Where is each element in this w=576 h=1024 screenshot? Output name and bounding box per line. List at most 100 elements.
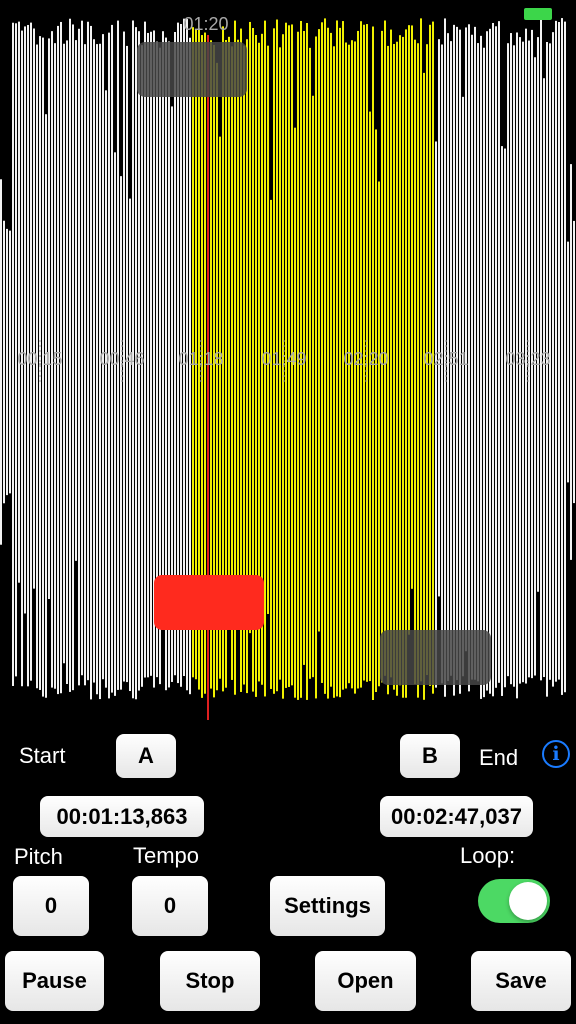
waveform-bar xyxy=(393,44,395,690)
waveform-bar xyxy=(321,22,323,683)
waveform-bar xyxy=(81,20,83,676)
waveform-bar xyxy=(543,78,545,678)
waveform-bar xyxy=(162,31,164,627)
waveform-bar xyxy=(390,29,392,678)
pitch-value-button[interactable]: 0 xyxy=(13,876,89,936)
waveform-bar xyxy=(9,230,11,494)
start-time-field[interactable]: 00:01:13,863 xyxy=(40,796,204,837)
playhead-drag-handle[interactable] xyxy=(137,42,247,97)
loop-start-handle[interactable] xyxy=(154,575,264,630)
waveform-bar xyxy=(399,35,401,686)
waveform-bar xyxy=(147,32,149,678)
set-a-button[interactable]: A xyxy=(116,734,176,778)
waveform-bar xyxy=(405,29,407,698)
waveform-bar xyxy=(435,141,437,688)
waveform-bar xyxy=(318,29,320,632)
waveform-bar xyxy=(504,148,506,688)
waveform-bar xyxy=(12,22,14,686)
waveform-bar xyxy=(69,18,71,692)
stop-button[interactable]: Stop xyxy=(160,951,260,1011)
waveform-bar xyxy=(303,30,305,665)
waveform-view[interactable]: 01:20 00:15 00:46 01:18 01:49 02:20 02:5… xyxy=(0,0,576,720)
waveform-bar xyxy=(489,28,491,694)
waveform-bar xyxy=(486,31,488,691)
waveform-bar xyxy=(114,152,116,696)
timeline-label: 01:49 xyxy=(261,349,307,369)
waveform-bar xyxy=(87,21,89,681)
waveform-bar xyxy=(570,164,572,560)
waveform-bar xyxy=(402,36,404,698)
waveform-bar xyxy=(93,39,95,683)
waveform-bar xyxy=(78,28,80,686)
waveform-bar xyxy=(495,26,497,688)
timeline-label: 00:15 xyxy=(17,349,63,369)
waveform-bar xyxy=(267,45,269,614)
timeline-label: 00:46 xyxy=(99,349,145,369)
waveform-bar xyxy=(477,43,479,682)
waveform-bar xyxy=(558,22,560,680)
waveform-bar xyxy=(564,21,566,693)
waveform-bar xyxy=(330,32,332,687)
loop-toggle[interactable] xyxy=(478,879,550,923)
waveform-bar xyxy=(309,47,311,679)
waveform-bar xyxy=(423,72,425,700)
waveform-bar xyxy=(312,95,314,678)
waveform-bar xyxy=(33,28,35,589)
waveform-bar xyxy=(369,111,371,682)
waveform-bar xyxy=(6,228,8,496)
waveform-bar xyxy=(75,40,77,561)
waveform-bar xyxy=(129,198,131,692)
end-time-field[interactable]: 00:02:47,037 xyxy=(380,796,533,837)
waveform-bar xyxy=(408,25,410,635)
waveform-bar xyxy=(18,21,20,583)
waveform-bar xyxy=(501,146,503,696)
waveform-bar xyxy=(63,43,65,664)
save-button[interactable]: Save xyxy=(471,951,571,1011)
waveform-bar xyxy=(498,21,500,683)
timeline-label: 03:23 xyxy=(505,349,551,369)
waveform-bar xyxy=(411,25,413,589)
settings-button[interactable]: Settings xyxy=(270,876,385,936)
waveform-bar xyxy=(24,26,26,614)
waveform-bar xyxy=(537,37,539,592)
tempo-label: Tempo xyxy=(133,843,200,868)
waveform-bar xyxy=(438,39,440,597)
waveform-bar xyxy=(0,179,2,545)
waveform-bar xyxy=(228,36,230,606)
loop-end-handle[interactable] xyxy=(380,630,491,685)
waveform-bar xyxy=(327,27,329,699)
waveform-bar xyxy=(375,129,377,693)
start-label: Start xyxy=(19,743,66,768)
waveform-bar xyxy=(324,18,326,694)
waveform-bar xyxy=(339,27,341,698)
loop-label: Loop: xyxy=(460,843,516,868)
waveform-bar xyxy=(474,26,476,680)
waveform-bar xyxy=(552,32,554,687)
waveform-bar xyxy=(396,41,398,696)
waveform-bar xyxy=(480,35,482,699)
pause-button[interactable]: Pause xyxy=(5,951,104,1011)
timeline-label: 02:20 xyxy=(343,349,389,369)
info-icon[interactable]: i xyxy=(542,740,570,768)
waveform-bar xyxy=(294,127,296,698)
waveform-bar xyxy=(417,43,419,698)
waveform-bar xyxy=(96,44,98,695)
waveform-bar xyxy=(150,31,152,676)
set-b-button[interactable]: B xyxy=(400,734,460,778)
waveform-bar xyxy=(561,18,563,695)
waveform-bar xyxy=(471,34,473,680)
waveform-bar xyxy=(120,176,122,690)
tempo-value-button[interactable]: 0 xyxy=(132,876,208,936)
waveform-bar xyxy=(462,96,464,677)
waveform-bar xyxy=(90,25,92,700)
waveform-bar xyxy=(333,46,335,698)
timeline-label: 01:18 xyxy=(178,349,224,369)
waveform-bar xyxy=(483,47,485,698)
waveform-bar xyxy=(3,220,5,504)
open-button[interactable]: Open xyxy=(315,951,416,1011)
waveform-bar xyxy=(66,40,68,684)
waveform-bar xyxy=(72,24,74,691)
waveform-bar xyxy=(105,90,107,688)
waveform-bar xyxy=(567,241,569,483)
waveform-bar xyxy=(99,43,101,700)
